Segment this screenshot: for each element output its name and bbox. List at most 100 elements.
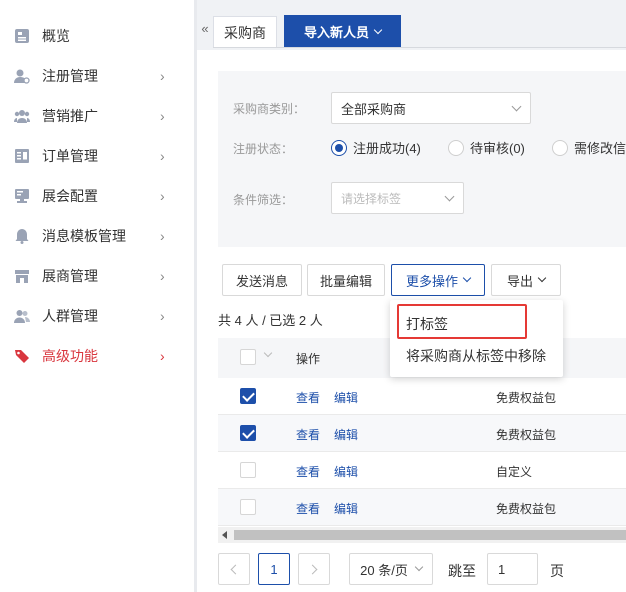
radio-label: 待审核(0) (470, 141, 525, 156)
row-checkbox[interactable] (240, 462, 256, 478)
monitor-icon (14, 188, 30, 204)
chevron-right-icon: › (160, 148, 165, 164)
sidebar-item-message-templates[interactable]: 消息模板管理 › (0, 216, 194, 256)
tab-buyers[interactable]: 采购商 (213, 16, 277, 48)
store-icon (14, 268, 30, 284)
row-checkbox[interactable] (240, 425, 256, 441)
edit-link[interactable]: 编辑 (334, 500, 358, 517)
chevron-down-icon (511, 101, 522, 112)
filter-panel: 采购商类别： 全部采购商 注册状态： 注册成功(4) 待审核(0) 需修改信 条… (218, 71, 626, 247)
jump-page-input[interactable]: 1 (487, 553, 538, 585)
user-register-icon (14, 68, 30, 84)
jump-label: 跳至 (448, 563, 476, 579)
scrollbar-thumb[interactable] (234, 530, 626, 540)
horizontal-scrollbar[interactable] (218, 527, 626, 543)
page-size-select[interactable]: 20 条/页 (349, 553, 433, 585)
sidebar-item-label: 消息模板管理 (42, 228, 126, 244)
sidebar-item-label: 订单管理 (42, 148, 98, 164)
radio-circle (331, 139, 347, 156)
next-page-button[interactable] (298, 553, 330, 585)
sidebar-item-label: 注册管理 (42, 68, 98, 84)
sidebar-item-orders[interactable]: 订单管理 › (0, 136, 194, 176)
sidebar-item-crowd[interactable]: 人群管理 › (0, 296, 194, 336)
table-row: 查看 编辑 自定义 (218, 452, 626, 489)
sidebar-item-advanced[interactable]: 高级功能 › (0, 336, 194, 376)
sidebar-item-overview[interactable]: 概览 (0, 16, 194, 56)
sidebar-item-label: 展会配置 (42, 188, 98, 204)
chevron-right-icon: › (160, 348, 165, 364)
buyer-category-value: 全部采购商 (341, 101, 407, 117)
import-new-people-button[interactable]: 导入新人员 (284, 15, 401, 48)
edit-link[interactable]: 编辑 (334, 463, 358, 480)
menu-item-remove-from-tag[interactable]: 将采购商从标签中移除 (390, 340, 563, 372)
jump-page-value: 1 (498, 561, 506, 577)
chevron-down-icon (444, 191, 455, 202)
status-radio-success[interactable]: 注册成功(4) (331, 138, 421, 157)
send-message-button[interactable]: 发送消息 (222, 264, 302, 296)
bell-icon (14, 228, 30, 244)
chevron-right-icon: › (160, 188, 165, 204)
select-all-checkbox[interactable] (240, 349, 256, 365)
view-link[interactable]: 查看 (296, 500, 320, 517)
sidebar-item-label: 概览 (42, 28, 70, 44)
collapse-sidebar-icon[interactable]: « (197, 16, 213, 48)
buyer-category-label: 采购商类别： (233, 102, 306, 116)
row-checkbox[interactable] (240, 388, 256, 404)
view-link[interactable]: 查看 (296, 426, 320, 443)
registration-status-label: 注册状态： (233, 142, 294, 156)
sidebar-item-exhibition-config[interactable]: 展会配置 › (0, 176, 194, 216)
radio-circle (552, 139, 568, 156)
row-checkbox[interactable] (240, 499, 256, 515)
radio-label: 注册成功(4) (353, 141, 421, 156)
condition-filter-label: 条件筛选： (233, 193, 294, 207)
chevron-right-icon: › (160, 68, 165, 84)
edit-link[interactable]: 编辑 (334, 389, 358, 406)
chevron-right-icon: › (160, 268, 165, 284)
package-cell: 自定义 (496, 465, 533, 479)
menu-item-label: 打标签 (406, 316, 448, 332)
button-label: 更多操作 (405, 273, 458, 289)
page-size-value: 20 条/页 (360, 562, 408, 578)
order-icon (14, 148, 30, 164)
status-radio-needs-edit[interactable]: 需修改信 (552, 138, 626, 157)
sidebar-item-registration[interactable]: 注册管理 › (0, 56, 194, 96)
bulk-edit-button[interactable]: 批量编辑 (307, 264, 385, 296)
sidebar-item-label: 营销推广 (42, 108, 98, 124)
chevron-down-icon[interactable] (263, 348, 273, 358)
status-radio-pending[interactable]: 待审核(0) (448, 138, 525, 157)
package-cell: 免费权益包 (496, 391, 557, 405)
prev-page-button[interactable] (218, 553, 250, 585)
chevron-down-icon (414, 562, 424, 572)
export-button[interactable]: 导出 (491, 264, 561, 296)
chevron-right-icon (307, 564, 318, 574)
sidebar-item-label: 高级功能 (42, 348, 98, 364)
sidebar-item-label: 人群管理 (42, 308, 98, 324)
overview-icon (14, 28, 30, 44)
chevron-down-icon (462, 273, 472, 283)
more-actions-button[interactable]: 更多操作 (391, 264, 485, 296)
buyer-category-select[interactable]: 全部采购商 (331, 92, 531, 124)
table-row: 查看 编辑 免费权益包 (218, 415, 626, 452)
page-1-button[interactable]: 1 (258, 553, 290, 585)
sidebar-item-marketing[interactable]: 营销推广 › (0, 96, 194, 136)
button-label: 导出 (506, 273, 533, 289)
chevron-right-icon: › (160, 228, 165, 244)
scroll-left-icon[interactable] (222, 531, 227, 539)
page-suffix: 页 (550, 563, 564, 579)
tab-bar: « 采购商 导入新人员 (197, 0, 626, 50)
radio-circle (448, 139, 464, 156)
package-cell: 免费权益包 (496, 428, 557, 442)
more-actions-menu: 打标签 将采购商从标签中移除 (390, 300, 563, 377)
page-number: 1 (270, 561, 278, 577)
tag-filter-select[interactable]: 请选择标签 (331, 182, 464, 214)
sidebar-item-exhibitors[interactable]: 展商管理 › (0, 256, 194, 296)
package-cell: 免费权益包 (496, 502, 557, 516)
view-link[interactable]: 查看 (296, 463, 320, 480)
users-group-icon (14, 108, 30, 124)
menu-item-add-tag[interactable]: 打标签 (390, 308, 563, 340)
header-action: 操作 (296, 352, 321, 366)
edit-link[interactable]: 编辑 (334, 426, 358, 443)
button-label: 发送消息 (235, 273, 288, 289)
view-link[interactable]: 查看 (296, 389, 320, 406)
table-row: 查看 编辑 免费权益包 (218, 489, 626, 526)
